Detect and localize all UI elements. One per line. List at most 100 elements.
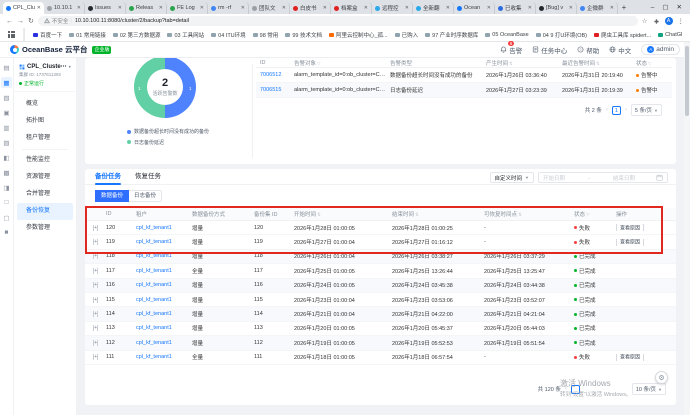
browser-tab[interactable]: 企微群 ✕ [577, 2, 618, 14]
tab-close-icon[interactable]: ✕ [323, 5, 327, 11]
view-reason-button[interactable]: 查看原因 [616, 354, 644, 361]
browser-tab[interactable]: 已收集 ✕ [495, 2, 536, 14]
rail-item-icon[interactable]: ▨ [1, 137, 12, 148]
prev-page-button[interactable]: ‹ [606, 107, 608, 113]
rail-item-icon[interactable]: ▢ [1, 212, 12, 223]
tab-close-icon[interactable]: ✕ [405, 5, 409, 11]
bookmark-item[interactable]: 05 OceanBase [485, 32, 528, 38]
expand-row-button[interactable]: + [93, 239, 98, 245]
address-bar[interactable]: 不安全 | 10.10.100.11:8080/cluster/2/backup… [38, 16, 638, 26]
floating-help-button[interactable]: ⚙ [655, 371, 668, 384]
rail-item-icon[interactable]: □ [1, 197, 12, 208]
rail-item-icon[interactable]: ▦ [1, 77, 12, 88]
browser-tab[interactable]: rm -rf ✕ [208, 2, 249, 14]
tab-close-icon[interactable]: ✕ [487, 5, 491, 11]
prev-page-button[interactable]: ‹ [565, 386, 567, 392]
tenant-link[interactable]: cpl_kf_tenant1 [136, 239, 192, 245]
tenant-link[interactable]: cpl_kf_tenant1 [136, 268, 192, 274]
bookmark-item[interactable]: 98 常用 [253, 31, 279, 39]
view-reason-button[interactable]: 查看原因 [616, 239, 644, 246]
page-scrollbar[interactable] [684, 42, 690, 415]
expand-row-button[interactable]: + [93, 325, 98, 331]
page-size-select[interactable]: 10 条/页▼ [632, 383, 666, 395]
tenant-link[interactable]: cpl_kf_tenant1 [136, 311, 192, 317]
tab-close-icon[interactable]: ✕ [528, 5, 532, 11]
page-button[interactable] [571, 385, 580, 394]
page-button[interactable] [607, 385, 616, 394]
tenant-link[interactable]: cpl_kf_tenant1 [136, 225, 192, 231]
backup-type-button[interactable]: 日志备份 [129, 190, 162, 202]
bookmark-item[interactable]: 99 技术文档 [285, 31, 322, 39]
rail-item-icon[interactable]: ▤ [1, 62, 12, 73]
forward-icon[interactable]: → [17, 18, 24, 25]
expand-row-button[interactable]: + [93, 268, 98, 274]
expand-row-button[interactable]: + [93, 253, 98, 259]
bookmark-item[interactable]: 04 9 打U环境(OB) [536, 31, 587, 39]
sidebar-menu-item[interactable]: 合并管理 [17, 186, 73, 203]
back-icon[interactable]: ← [6, 18, 13, 25]
alarm-id-link[interactable]: 7006515 [260, 87, 294, 93]
expand-row-button[interactable]: + [93, 225, 98, 231]
page-button[interactable] [619, 385, 628, 394]
sidebar-menu-item[interactable]: 资源管理 [17, 169, 73, 186]
tenant-link[interactable]: cpl_kf_tenant1 [136, 282, 192, 288]
sort-icon[interactable]: ⇅ [317, 212, 321, 217]
page-button[interactable] [583, 385, 592, 394]
rail-item-icon[interactable]: ◧ [1, 152, 12, 163]
date-range-input[interactable]: 开始日期 → 结束日期 [538, 172, 668, 183]
tab-close-icon[interactable]: ✕ [446, 5, 450, 11]
browser-tab[interactable]: 远程控 ✕ [372, 2, 413, 14]
page-size-select[interactable]: 5 条/页▼ [631, 104, 662, 116]
bookmark-item[interactable]: 阿里云控制中心_孤... [329, 31, 388, 39]
rail-item-icon[interactable]: ▩ [1, 167, 12, 178]
bookmark-item[interactable]: 97 产业时序数据库 [425, 31, 478, 39]
sort-icon[interactable]: ⇅ [509, 61, 513, 66]
user-menu[interactable]: A admin [641, 44, 680, 55]
rail-item-icon[interactable]: ■ [1, 227, 12, 238]
window-close-icon[interactable]: ✕ [677, 3, 682, 11]
bookmark-item[interactable]: 04 ITU环境 [211, 31, 246, 39]
tab-close-icon[interactable]: ✕ [37, 5, 41, 11]
sidebar-menu-item[interactable]: 拓扑图 [17, 113, 73, 130]
expand-row-button[interactable]: + [93, 340, 98, 346]
help-menu[interactable]: ? 帮助 [577, 45, 599, 55]
bookmark-item[interactable]: 爬虫工具库 spidert... [594, 31, 651, 39]
tab-close-icon[interactable]: ✕ [282, 5, 286, 11]
tab-close-icon[interactable]: ✕ [118, 5, 122, 11]
expand-row-button[interactable]: + [93, 297, 98, 303]
tenant-link[interactable]: cpl_kf_tenant1 [136, 354, 192, 360]
rail-item-icon[interactable]: ▥ [1, 122, 12, 133]
bookmark-item[interactable]: 02 第三方数据源 [113, 31, 161, 39]
expand-row-button[interactable]: + [93, 282, 98, 288]
apps-grid-icon[interactable] [8, 31, 15, 38]
browser-tab[interactable]: Releas ✕ [126, 2, 167, 14]
tenant-link[interactable]: cpl_kf_tenant1 [136, 340, 192, 346]
sort-icon[interactable]: ⇅ [518, 212, 522, 217]
sidebar-menu-item[interactable]: 参数管理 [17, 220, 73, 237]
bookmark-star-icon[interactable]: ☆ [642, 17, 648, 25]
tab-close-icon[interactable]: ✕ [77, 5, 81, 11]
new-tab-button[interactable]: + [618, 2, 630, 14]
page-button[interactable]: 1 [612, 106, 621, 115]
browser-tab[interactable]: 白皮书 ✕ [290, 2, 331, 14]
time-range-select[interactable]: 自定义时间▼ [490, 172, 534, 183]
bookmark-item[interactable]: 03 工具网站 [167, 31, 204, 39]
browser-tab[interactable]: CPL_Clu ✕ [3, 2, 44, 14]
language-menu[interactable]: 中文 [609, 45, 631, 55]
sidebar-menu-item[interactable]: 租户管理 [17, 130, 73, 147]
tab-close-icon[interactable]: ✕ [159, 5, 163, 11]
filter-icon[interactable]: ▽ [317, 61, 320, 66]
browser-tab[interactable]: [Bug] v ✕ [536, 2, 577, 14]
browser-tab[interactable]: 全新翻 ✕ [413, 2, 454, 14]
task-center-menu[interactable]: 任务中心 [532, 45, 567, 55]
tenant-link[interactable]: cpl_kf_tenant1 [136, 325, 192, 331]
tab-close-icon[interactable]: ✕ [569, 5, 573, 11]
browser-tab[interactable]: FE Log ✕ [167, 2, 208, 14]
tenant-link[interactable]: cpl_kf_tenant1 [136, 253, 192, 259]
browser-profile-avatar[interactable]: A [665, 17, 673, 25]
cluster-selector[interactable]: CPL_Cluste⋯ ▾ [19, 63, 71, 70]
bookmark-item[interactable]: 已购入 [395, 31, 419, 39]
tab-close-icon[interactable]: ✕ [241, 5, 245, 11]
window-minimize-icon[interactable]: – [651, 4, 655, 11]
sidebar-menu-item[interactable]: 概览 [17, 96, 73, 113]
